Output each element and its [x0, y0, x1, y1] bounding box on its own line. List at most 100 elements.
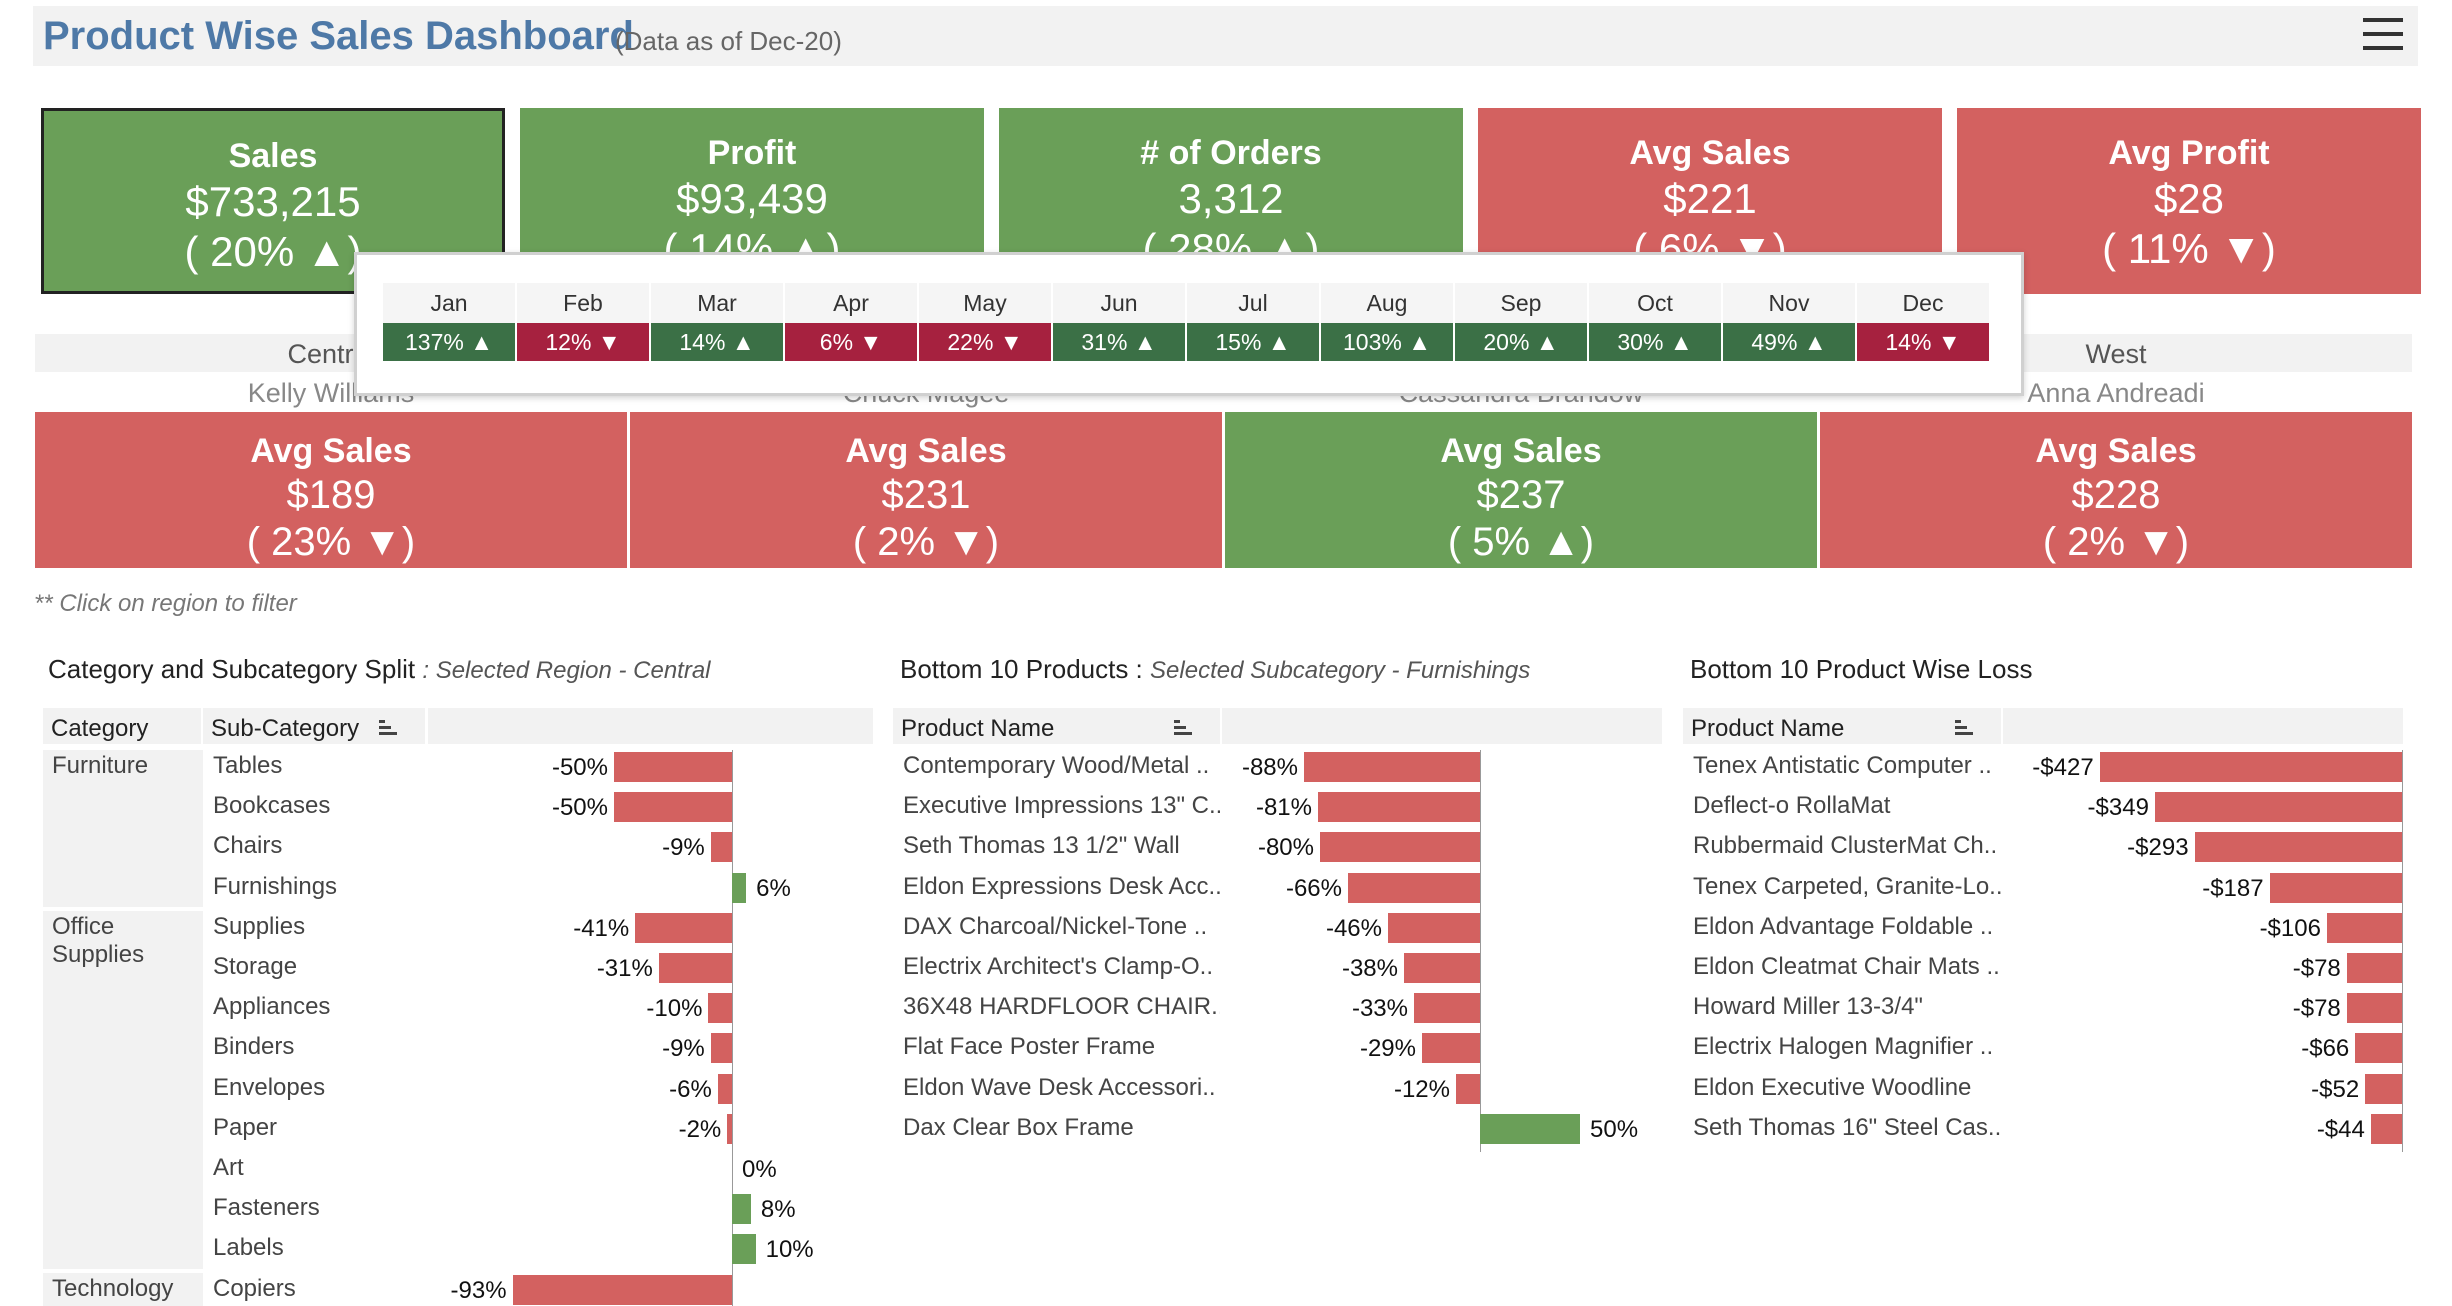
month-change-value: 30% ▲: [1589, 323, 1723, 361]
subcategory-row-bar[interactable]: [658, 953, 732, 983]
product-header-label: Product Name: [901, 715, 1055, 742]
subcategory-row-label[interactable]: Chairs: [213, 832, 423, 860]
subcategory-row-bar[interactable]: [732, 1194, 751, 1225]
category-title-text: Category and Subcategory Split: [48, 654, 416, 684]
subcategory-row-label[interactable]: Fasteners: [213, 1194, 423, 1222]
product-row-label[interactable]: Flat Face Poster Frame: [903, 1033, 1220, 1061]
product-row-label[interactable]: Electrix Architect's Clamp-O..: [903, 953, 1220, 981]
kpi-label: Avg Sales: [1629, 134, 1791, 172]
hamburger-menu-icon[interactable]: [2363, 18, 2403, 50]
subcategory-row-bar[interactable]: [614, 752, 732, 782]
loss-row-bar[interactable]: [2346, 953, 2402, 983]
month-column: Aug 103% ▲: [1321, 283, 1455, 361]
product-row-label[interactable]: Dax Clear Box Frame: [903, 1114, 1220, 1142]
month-column: Feb 12% ▼: [517, 283, 651, 361]
loss-row-bar[interactable]: [2154, 792, 2402, 823]
subcategory-row-label[interactable]: Envelopes: [213, 1074, 423, 1102]
subcategory-row-bar[interactable]: [512, 1274, 732, 1305]
subcategory-row-bar[interactable]: [614, 792, 732, 823]
product-row-label[interactable]: Eldon Wave Desk Accessori..: [903, 1074, 1220, 1102]
loss-row-label[interactable]: Howard Miller 13-3/4": [1693, 993, 2003, 1021]
selected-region-text: : Selected Region - Central: [422, 657, 711, 684]
category-label[interactable]: Office Supplies: [52, 913, 144, 969]
kpi-card[interactable]: Avg Profit $28( 11% ▼): [1957, 108, 2421, 294]
product-row-bar[interactable]: [1480, 1113, 1580, 1144]
loss-row-label[interactable]: Tenex Antistatic Computer ..: [1693, 752, 2003, 780]
loss-row-bar[interactable]: [2194, 832, 2402, 863]
product-row-bar[interactable]: [1404, 953, 1480, 983]
loss-row-label[interactable]: Deflect-o RollaMat: [1693, 792, 2003, 820]
product-row-label[interactable]: DAX Charcoal/Nickel-Tone ..: [903, 913, 1220, 941]
loss-row-label[interactable]: Rubbermaid ClusterMat Ch..: [1693, 832, 2003, 860]
region-kpi[interactable]: Avg Sales $237( 5% ▲): [1225, 412, 1817, 568]
loss-row-bar[interactable]: [2326, 912, 2402, 943]
kpi-value: $28: [2153, 175, 2225, 222]
subcategory-row-label[interactable]: Supplies: [213, 913, 423, 941]
product-row-label[interactable]: Contemporary Wood/Metal ..: [903, 752, 1220, 780]
subcategory-row-bar[interactable]: [710, 1033, 732, 1064]
loss-row-value: -$106: [2259, 914, 2321, 942]
region-kpi[interactable]: Avg Sales $231( 2% ▼): [630, 412, 1222, 568]
loss-row-bar[interactable]: [2099, 752, 2402, 782]
loss-row-label[interactable]: Electrix Halogen Magnifier ..: [1693, 1033, 2003, 1061]
region-kpi[interactable]: Avg Sales $228( 2% ▼): [1820, 412, 2412, 568]
loss-row-label[interactable]: Seth Thomas 16" Steel Cas..: [1693, 1114, 2003, 1142]
product-row-label[interactable]: Seth Thomas 13 1/2" Wall: [903, 832, 1220, 860]
product-row-value: -88%: [1241, 754, 1298, 781]
loss-row-bar[interactable]: [2370, 1113, 2402, 1144]
subcategory-row-label[interactable]: Storage: [213, 953, 423, 981]
month-column: Jul 15% ▲: [1187, 283, 1321, 361]
loss-row-value: -$66: [2301, 1035, 2350, 1063]
subcategory-row-bar[interactable]: [727, 1113, 732, 1144]
subcategory-row-bar[interactable]: [732, 1234, 756, 1265]
zero-axis-line: [2402, 750, 2403, 1152]
month-label: Feb: [517, 283, 651, 323]
subcategory-row-bar[interactable]: [717, 1073, 732, 1104]
loss-row-bar[interactable]: [2355, 1033, 2402, 1064]
loss-row-label[interactable]: Eldon Advantage Foldable ..: [1693, 913, 2003, 941]
product-row-label[interactable]: 36X48 HARDFLOOR CHAIR..: [903, 993, 1220, 1021]
products-section-title: Bottom 10 Products : Selected Subcategor…: [900, 654, 1530, 685]
loss-row-bar[interactable]: [2269, 872, 2402, 903]
product-row-bar[interactable]: [1414, 993, 1480, 1024]
month-column: Nov 49% ▲: [1723, 283, 1857, 361]
subcategory-row-bar[interactable]: [732, 872, 747, 903]
subcategory-row-label[interactable]: Tables: [213, 752, 423, 780]
subcategory-row-label[interactable]: Appliances: [213, 993, 423, 1021]
subcategory-row-label[interactable]: Art: [213, 1154, 423, 1182]
sort-icon[interactable]: [1955, 720, 1973, 736]
subcategory-row-bar[interactable]: [635, 912, 732, 943]
product-row-label[interactable]: Executive Impressions 13" C..: [903, 792, 1220, 820]
loss-product-column-header[interactable]: Product Name: [1683, 708, 2001, 744]
loss-row-label[interactable]: Tenex Carpeted, Granite-Lo..: [1693, 873, 2003, 901]
sort-icon[interactable]: [379, 720, 397, 736]
subcategory-row-label[interactable]: Binders: [213, 1033, 423, 1061]
sort-icon[interactable]: [1174, 720, 1192, 736]
product-row-bar[interactable]: [1320, 832, 1480, 863]
loss-row-bar[interactable]: [2346, 993, 2402, 1024]
product-row-bar[interactable]: [1422, 1033, 1480, 1064]
product-row-label[interactable]: Eldon Expressions Desk Acc..: [903, 873, 1220, 901]
subcategory-row-value: -93%: [450, 1276, 507, 1304]
subcategory-column-header[interactable]: Sub-Category: [203, 708, 425, 744]
region-kpi[interactable]: Avg Sales $189( 23% ▼): [35, 412, 627, 568]
subcategory-row-label[interactable]: Labels: [213, 1234, 423, 1262]
product-row-bar[interactable]: [1304, 752, 1480, 782]
loss-row-label[interactable]: Eldon Cleatmat Chair Mats ..: [1693, 953, 2003, 981]
subcategory-row-bar[interactable]: [708, 993, 732, 1024]
loss-row-bar[interactable]: [2365, 1073, 2402, 1104]
category-label[interactable]: Furniture: [52, 752, 148, 780]
product-row-bar[interactable]: [1318, 792, 1480, 823]
month-label: Jul: [1187, 283, 1321, 323]
category-label[interactable]: Technology: [52, 1275, 173, 1303]
subcategory-row-label[interactable]: Bookcases: [213, 792, 423, 820]
subcategory-row-label[interactable]: Furnishings: [213, 873, 423, 901]
subcategory-row-label[interactable]: Paper: [213, 1114, 423, 1142]
subcategory-row-label[interactable]: Copiers: [213, 1275, 423, 1303]
product-column-header[interactable]: Product Name: [893, 708, 1220, 744]
subcategory-row-bar[interactable]: [710, 832, 732, 863]
loss-row-label[interactable]: Eldon Executive Woodline: [1693, 1074, 2003, 1102]
product-row-bar[interactable]: [1388, 912, 1480, 943]
product-row-bar[interactable]: [1456, 1073, 1480, 1104]
product-row-bar[interactable]: [1348, 872, 1480, 903]
